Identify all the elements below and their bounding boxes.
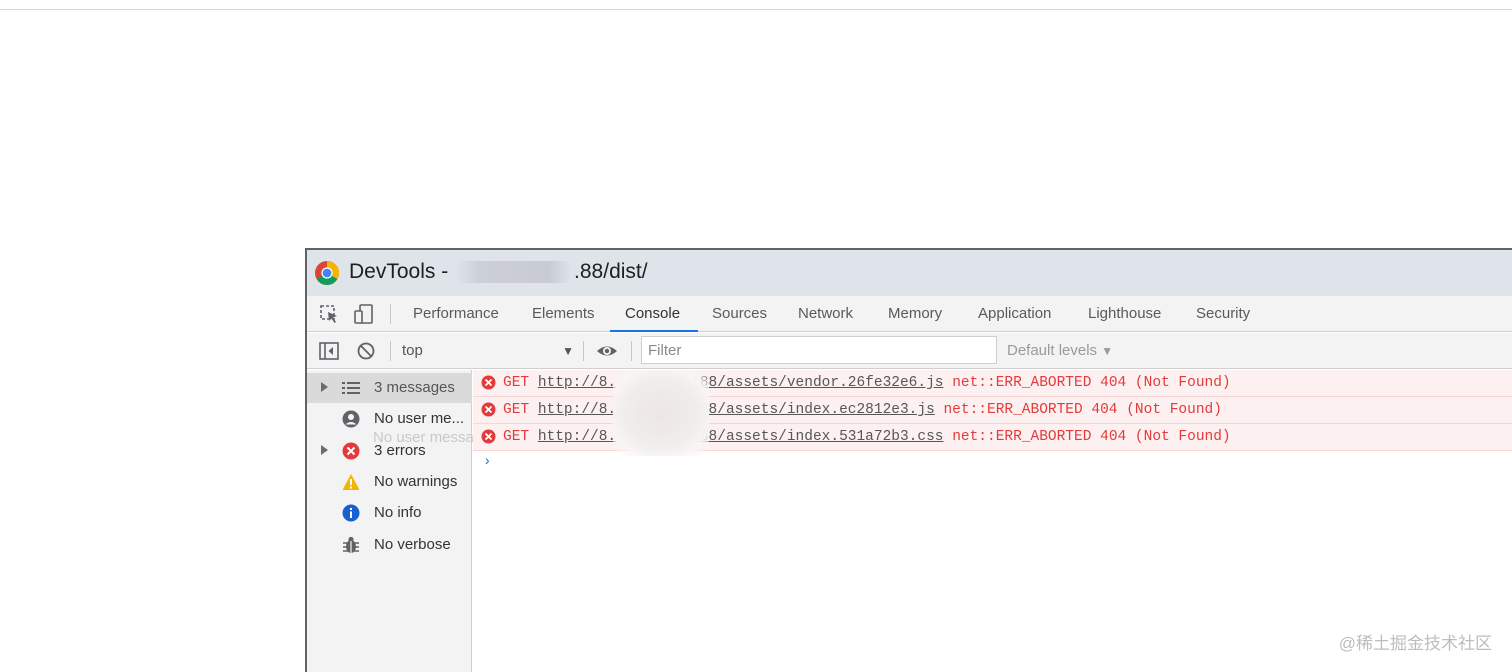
tab-security[interactable]: Security [1196,296,1250,331]
watermark: @稀土掘金技术社区 [1338,634,1492,653]
context-selector[interactable]: top ▼ [402,339,574,363]
user-icon [342,410,360,428]
sidebar-item-label: No verbose [374,536,451,553]
title-bar: DevTools - .88/dist/ [307,250,1512,296]
info-icon [342,504,360,522]
sidebar-item-info[interactable]: No info [307,498,472,528]
request-url[interactable]: http://8.:88/assets/index.531a72b3.css [538,429,944,445]
filter-input[interactable] [641,336,997,364]
window-title-suffix: .88/dist/ [574,260,648,283]
warning-icon [342,474,360,490]
tab-sources[interactable]: Sources [712,296,767,331]
request-status: net::ERR_ABORTED 404 (Not Found) [952,375,1231,391]
expand-arrow-icon[interactable] [321,445,328,455]
redacted-host [456,261,573,284]
tab-network[interactable]: Network [798,296,853,331]
clear-console-icon[interactable] [355,341,377,361]
sidebar-item-verbose[interactable]: No verbose [307,530,472,560]
tab-separator [390,304,391,324]
request-url[interactable]: http://8.:88/assets/vendor.26fe32e6.js [538,375,944,391]
console-sidebar: 3 messages No user me... No user messa 3… [307,370,474,672]
request-method: GET [503,375,530,391]
sidebar-item-label: 3 errors [374,442,426,459]
devtools-window: DevTools - .88/dist/ Performance Element… [305,248,1512,672]
request-method: GET [503,402,530,418]
error-icon [342,442,360,460]
sidebar-item-errors[interactable]: 3 errors [307,436,472,466]
console-prompt[interactable]: › [483,454,491,470]
tab-elements[interactable]: Elements [532,296,595,331]
sidebar-item-label: 3 messages [374,379,455,396]
window-title-prefix: DevTools - [349,260,449,283]
request-status: net::ERR_ABORTED 404 (Not Found) [952,429,1231,445]
log-levels-dropdown[interactable]: Default levels ▼ [1007,339,1113,363]
sidebar-item-messages[interactable]: 3 messages [307,373,472,403]
console-toolbar: top ▼ Default levels ▼ [307,333,1512,369]
redaction-blur [613,370,709,456]
list-icon [342,382,360,394]
window-title: DevTools - .88/dist/ [349,260,648,284]
context-value: top [402,342,423,359]
tab-memory[interactable]: Memory [888,296,942,331]
error-icon [481,429,496,444]
toolbar-separator [631,341,632,361]
expand-arrow-icon[interactable] [321,382,328,392]
dropdown-arrow-icon: ▼ [562,344,574,358]
request-url[interactable]: http://8.:88/assets/index.ec2812e3.js [538,402,935,418]
sidebar-item-label: No warnings [374,473,458,490]
tab-performance[interactable]: Performance [413,296,499,331]
error-icon [481,402,496,417]
active-tab-indicator [610,330,698,332]
sidebar-item-label: No info [374,504,422,521]
error-icon [481,375,496,390]
request-status: net::ERR_ABORTED 404 (Not Found) [943,402,1222,418]
sidebar-item-warnings[interactable]: No warnings [307,467,472,497]
sidebar-item-label: No user me... [374,410,465,427]
live-expression-eye-icon[interactable] [596,341,618,361]
toolbar-separator [583,341,584,361]
chrome-icon [315,261,340,286]
tab-lighthouse[interactable]: Lighthouse [1088,296,1161,331]
bug-icon [343,536,359,553]
panel-tabs: Performance Elements Console Sources Net… [307,296,1512,332]
log-levels-label: Default levels [1007,342,1098,359]
inspect-element-icon[interactable] [319,304,341,324]
message-text: GET http://8.:88/assets/index.ec2812e3.j… [503,402,1222,418]
tab-application[interactable]: Application [978,296,1051,331]
tab-console[interactable]: Console [625,296,680,331]
show-sidebar-icon[interactable] [318,341,340,361]
request-method: GET [503,429,530,445]
browser-divider [0,9,1512,10]
device-toolbar-icon[interactable] [353,304,375,324]
console-messages: GET http://8.:88/assets/vendor.26fe32e6.… [473,370,1512,672]
toolbar-separator [390,341,391,361]
dropdown-arrow-icon: ▼ [1101,344,1114,358]
